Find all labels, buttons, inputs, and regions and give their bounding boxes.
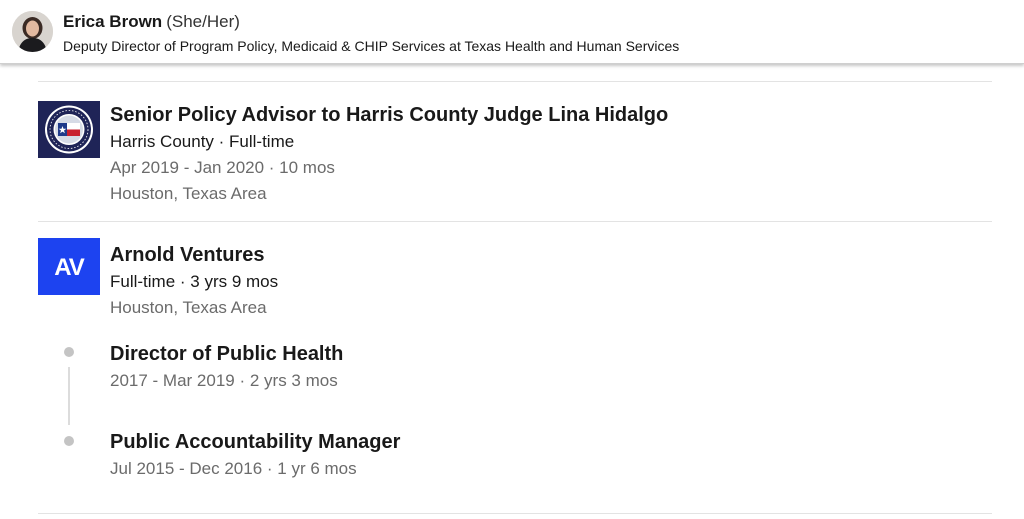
divider: [38, 81, 992, 82]
seal-icon: [45, 105, 93, 154]
profile-photo: [12, 11, 53, 52]
timeline-dot: [64, 347, 74, 357]
avatar[interactable]: [12, 11, 53, 52]
profile-name-line: Erica Brown (She/Her): [63, 12, 240, 32]
job-title[interactable]: Senior Policy Advisor to Harris County J…: [110, 103, 668, 127]
divider: [38, 513, 992, 514]
company-line: Harris County · Full-time: [110, 132, 295, 151]
role-title[interactable]: Director of Public Health: [110, 342, 343, 366]
arnold-ventures-logo[interactable]: AV: [38, 238, 100, 295]
role-dates: 2017 - Mar 2019 · 2 yrs 3 mos: [110, 371, 338, 390]
harris-county-seal-logo[interactable]: [38, 101, 100, 158]
location: Houston, Texas Area: [110, 298, 267, 317]
timeline-dot: [64, 436, 74, 446]
date-range: Apr 2019 - Jan 2020 · 10 mos: [110, 158, 335, 177]
profile-sticky-header: Erica Brown (She/Her) Deputy Director of …: [0, 0, 1024, 64]
experience-section: Senior Policy Advisor to Harris County J…: [0, 64, 1024, 519]
company-tenure: Full-time · 3 yrs 9 mos: [110, 272, 279, 291]
role-title[interactable]: Public Accountability Manager: [110, 430, 400, 454]
divider: [38, 221, 992, 222]
company-name[interactable]: Arnold Ventures: [110, 243, 264, 267]
role-dates: Jul 2015 - Dec 2016 · 1 yr 6 mos: [110, 459, 357, 478]
av-letters-icon: AV: [54, 254, 86, 281]
profile-headline: Deputy Director of Program Policy, Medic…: [63, 38, 680, 54]
timeline-line: [68, 367, 70, 425]
location: Houston, Texas Area: [110, 184, 267, 203]
profile-name[interactable]: Erica Brown: [63, 12, 162, 31]
profile-pronouns: (She/Her): [166, 12, 240, 31]
logo-text: AV: [54, 254, 85, 281]
